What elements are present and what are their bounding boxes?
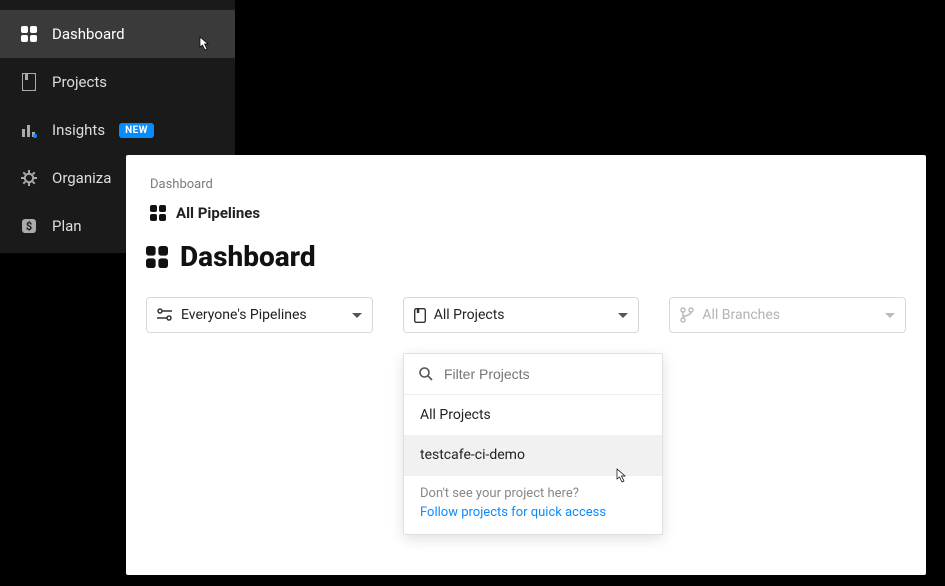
- dashboard-icon: [146, 246, 168, 268]
- pipelines-dropdown-label: Everyone's Pipelines: [181, 307, 307, 323]
- breadcrumb: Dashboard: [126, 155, 926, 192]
- new-badge: NEW: [119, 123, 154, 138]
- insights-icon: [20, 121, 38, 139]
- projects-menu-footer-text: Don't see your project here?: [420, 486, 579, 501]
- sidebar-item-label: Organiza: [52, 169, 111, 187]
- filter-row: Everyone's Pipelines All Projects All Br…: [126, 273, 926, 333]
- sidebar-item-dashboard[interactable]: Dashboard: [0, 10, 235, 58]
- pipelines-icon: [157, 308, 173, 322]
- subheading-row: All Pipelines: [126, 192, 926, 222]
- sidebar-item-insights[interactable]: Insights NEW: [0, 106, 235, 154]
- projects-icon: [414, 308, 426, 323]
- projects-filter-search: [404, 354, 662, 395]
- sidebar-item-label: Insights: [52, 121, 105, 139]
- branches-dropdown[interactable]: All Branches: [669, 297, 906, 333]
- pipelines-dropdown[interactable]: Everyone's Pipelines: [146, 297, 373, 333]
- projects-filter-input[interactable]: [444, 366, 648, 382]
- projects-dropdown-menu: All Projects testcafe-ci-demo Don't see …: [403, 353, 663, 535]
- gear-icon: [20, 169, 38, 187]
- dashboard-icon: [20, 25, 38, 43]
- search-icon: [418, 366, 434, 382]
- svg-text:$: $: [26, 220, 32, 233]
- projects-menu-footer: Don't see your project here? Follow proj…: [404, 475, 662, 534]
- sidebar-item-label: Plan: [52, 217, 82, 235]
- projects-dropdown-label: All Projects: [434, 307, 505, 323]
- page-title-row: Dashboard: [126, 222, 926, 273]
- sidebar-item-label: Projects: [52, 73, 107, 91]
- chevron-down-icon: [352, 313, 362, 318]
- projects-menu-item-all[interactable]: All Projects: [404, 395, 662, 435]
- dashboard-icon: [150, 205, 166, 221]
- sidebar-item-projects[interactable]: Projects: [0, 58, 235, 106]
- branch-icon: [680, 307, 694, 323]
- branches-dropdown-label: All Branches: [702, 307, 780, 323]
- dollar-icon: $: [20, 217, 38, 235]
- sidebar-item-label: Dashboard: [52, 25, 125, 43]
- projects-icon: [20, 73, 38, 91]
- projects-menu-item-testcafe[interactable]: testcafe-ci-demo: [404, 435, 662, 475]
- page-title: Dashboard: [180, 240, 316, 273]
- subheading-text: All Pipelines: [176, 204, 260, 222]
- follow-projects-link[interactable]: Follow projects for quick access: [420, 505, 646, 520]
- projects-dropdown[interactable]: All Projects: [403, 297, 640, 333]
- chevron-down-icon: [618, 313, 628, 318]
- chevron-down-icon: [885, 313, 895, 318]
